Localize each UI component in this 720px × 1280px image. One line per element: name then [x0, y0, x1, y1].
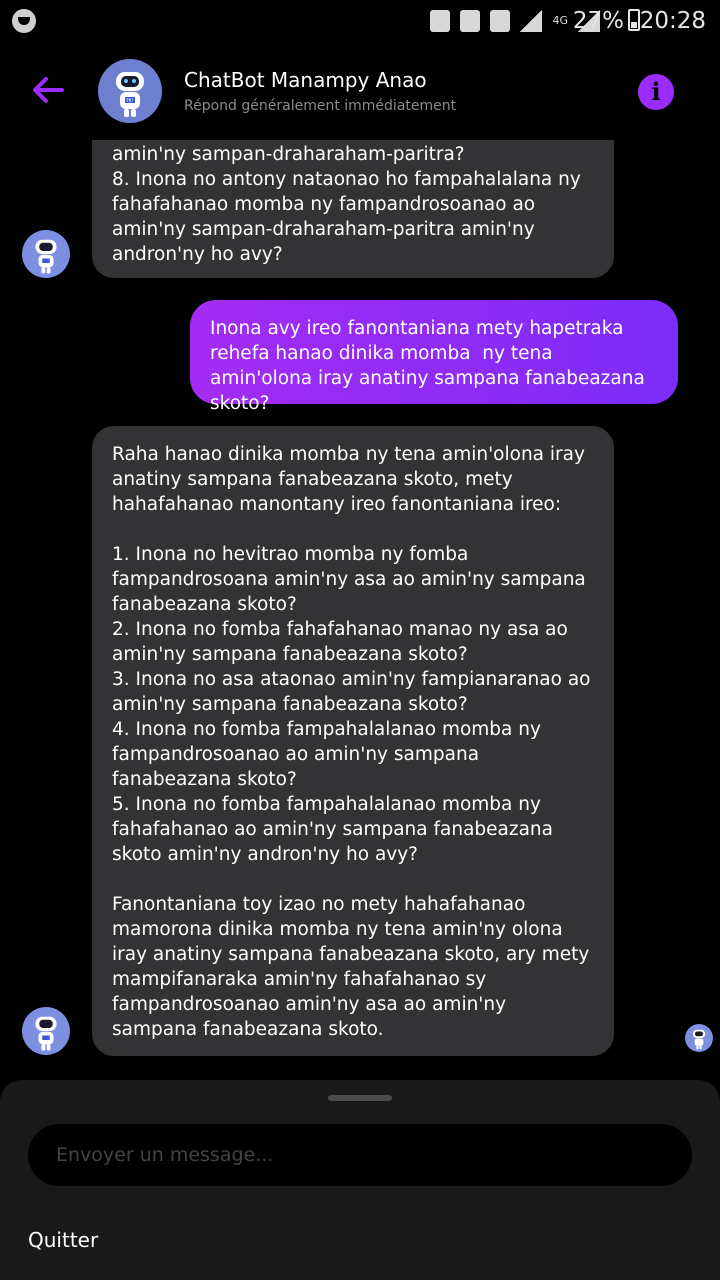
bot-message-avatar [22, 230, 70, 278]
home-icon [490, 10, 511, 32]
info-icon[interactable]: i [638, 74, 674, 110]
bot-message: Raha hanao dinika momba ny tena amin'olo… [92, 426, 614, 1056]
app-notification-icon [12, 9, 36, 33]
bot-message: amin'ny sampan-draharaham-paritra? 8. In… [92, 140, 614, 278]
battery-percent: 27% [572, 8, 624, 34]
recycle-icon [430, 10, 451, 32]
chat-header: Hi! ChatBot Manampy Anao Répond générale… [0, 42, 720, 140]
robot-avatar-icon [692, 1029, 706, 1050]
quit-button[interactable]: Quitter [28, 1228, 98, 1252]
bot-avatar[interactable]: Hi! [98, 59, 162, 123]
network-type: 4G [552, 14, 568, 27]
chat-title: ChatBot Manampy Anao [184, 68, 427, 92]
robot-avatar-icon [35, 239, 57, 274]
clock: 20:28 [639, 8, 706, 34]
battery-icon [628, 9, 640, 31]
avatar-label: Hi! [126, 98, 133, 104]
robot-avatar-icon [35, 1016, 57, 1051]
mute-icon [460, 10, 481, 32]
message-input[interactable] [28, 1124, 692, 1186]
composer-panel: Quitter [0, 1080, 720, 1280]
status-bar: 4G 27% 20:28 [0, 0, 720, 42]
drag-handle[interactable] [328, 1095, 392, 1101]
robot-avatar-icon: Hi! [116, 72, 144, 117]
chat-subtitle: Répond généralement immédiatement [184, 98, 457, 114]
user-message: Inona avy ireo fanontaniana mety hapetra… [190, 300, 678, 414]
back-arrow-icon[interactable] [30, 72, 66, 108]
wifi-signal-icon [520, 10, 543, 32]
read-receipt-avatar [685, 1024, 713, 1052]
bot-message-avatar [22, 1007, 70, 1055]
